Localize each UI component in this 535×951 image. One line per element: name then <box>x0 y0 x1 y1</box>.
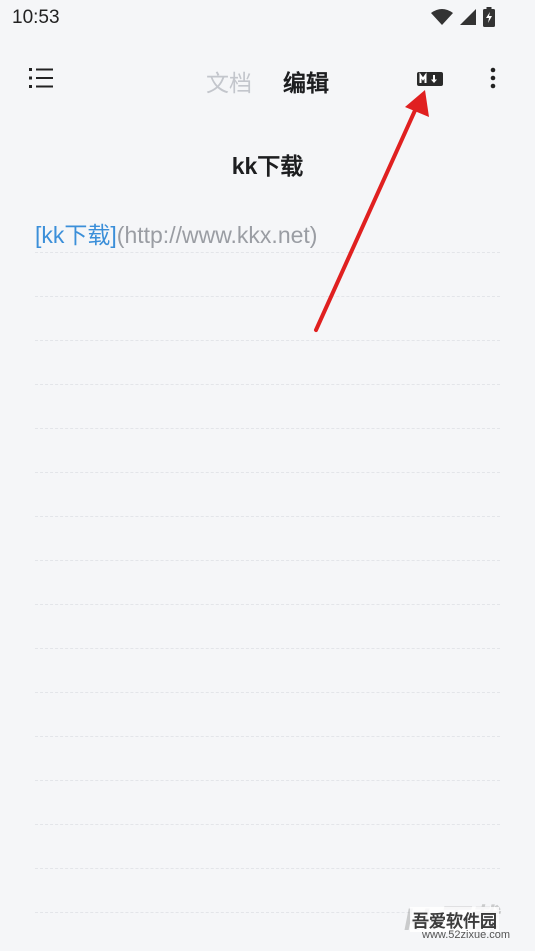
more-vertical-icon <box>490 67 496 89</box>
editor-ruled-line <box>35 780 500 781</box>
link-text: [kk下载] <box>35 222 117 248</box>
editor-ruled-line <box>35 384 500 385</box>
editor-ruled-line <box>35 428 500 429</box>
status-time: 10:53 <box>12 7 60 28</box>
editor-ruled-line <box>35 824 500 825</box>
wifi-icon <box>431 9 453 25</box>
link-url: (http://www.kkx.net) <box>116 222 318 248</box>
editor-ruled-line <box>35 604 500 605</box>
watermark-site: www.52zixue.com <box>422 929 511 941</box>
editor-ruled-line <box>35 648 500 649</box>
list-icon <box>29 68 53 88</box>
editor-ruled-line <box>35 340 500 341</box>
status-bar: 10:53 <box>0 0 535 38</box>
tab-edit[interactable]: 编辑 <box>283 64 329 98</box>
tab-documents[interactable]: 文档 <box>206 64 252 98</box>
markdown-icon <box>417 72 443 86</box>
more-options-button[interactable] <box>482 64 504 92</box>
app-toolbar: 文档 编辑 <box>0 50 535 106</box>
watermark: kk下载 吾爱软件园 www.52zixue.com <box>404 891 529 945</box>
editor-ruled-line <box>35 252 500 253</box>
document-title[interactable]: kk下载 <box>0 147 535 181</box>
markdown-link-line[interactable]: [kk下载](http://www.kkx.net) <box>35 216 317 250</box>
battery-charging-icon <box>483 7 495 27</box>
editor-ruled-line <box>35 692 500 693</box>
markdown-button[interactable] <box>414 68 446 90</box>
editor-ruled-line <box>35 868 500 869</box>
editor-ruled-line <box>35 516 500 517</box>
editor-ruled-line <box>35 296 500 297</box>
outline-menu-button[interactable] <box>24 64 58 92</box>
editor-ruled-line <box>35 472 500 473</box>
editor-ruled-line <box>35 560 500 561</box>
status-icons <box>431 7 495 27</box>
editor-ruled-line <box>35 736 500 737</box>
signal-icon <box>460 9 476 25</box>
markdown-editor[interactable]: [kk下载](http://www.kkx.net) <box>35 206 500 926</box>
